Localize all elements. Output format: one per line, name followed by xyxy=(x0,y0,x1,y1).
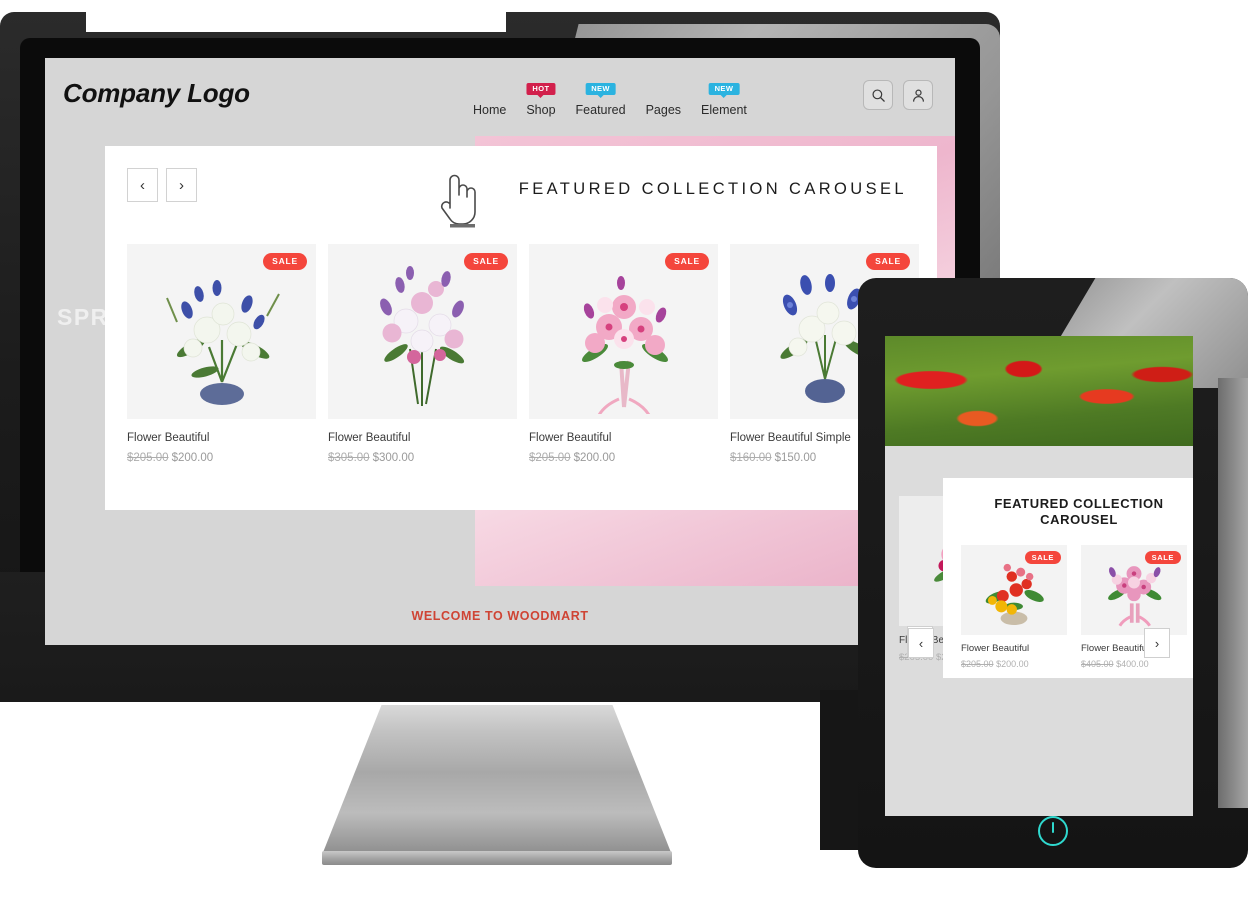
badge-label: NEW xyxy=(591,84,610,93)
nav-item-home[interactable]: Home xyxy=(473,103,506,117)
product-price: $205.00 $200.00 xyxy=(127,452,316,464)
new-price: $200.00 xyxy=(573,452,616,464)
old-price: $160.00 xyxy=(730,452,772,464)
carousel-prev-button[interactable]: ‹ xyxy=(127,168,158,202)
welcome-bar: WELCOME TO WOODMART xyxy=(45,586,955,645)
tablet-screen: SALE Flower Beautiful $205.00 $200.0 xyxy=(885,336,1193,816)
product-card[interactable]: SALE Flower Beautiful $205.00 $200.00 xyxy=(529,244,718,464)
new-price: $150.00 xyxy=(774,452,817,464)
carousel-next-button[interactable]: › xyxy=(166,168,197,202)
featured-collection-carousel: ‹ › FEATURED COLLECTION CAROUSEL SALE Fl… xyxy=(105,146,937,510)
product-card[interactable]: SALE Flower Beautiful xyxy=(1081,544,1187,669)
nav-item-pages[interactable]: Pages xyxy=(646,103,681,117)
product-image: SALE xyxy=(961,544,1067,635)
old-price: $405.00 xyxy=(1081,658,1114,669)
product-name: Flower Beautiful xyxy=(127,432,210,444)
product-card[interactable]: SALE Flower Beautiful xyxy=(127,244,316,464)
site-header: Company Logo Home HOT Shop NEW Featured … xyxy=(45,58,955,136)
product-card[interactable]: SALE Flower Beautiful $205.00 $200.00 xyxy=(961,544,1067,669)
nav-label: Featured xyxy=(575,103,626,117)
tablet-carousel-title-line1: FEATURED COLLECTION xyxy=(994,496,1164,511)
sale-badge: SALE xyxy=(263,253,307,270)
company-logo[interactable]: Company Logo xyxy=(63,78,250,109)
welcome-text: WELCOME TO WOODMART xyxy=(411,608,589,623)
sale-badge: SALE xyxy=(1024,550,1061,564)
nav-label: Pages xyxy=(645,103,682,117)
header-actions xyxy=(863,80,933,110)
sale-badge: SALE xyxy=(665,253,709,270)
product-name: Flower Beautiful xyxy=(1081,642,1150,654)
tablet-overlay-next-button[interactable]: › xyxy=(1144,628,1170,658)
tablet-carousel-title: FEATURED COLLECTION CAROUSEL xyxy=(961,496,1193,529)
product-price: $305.00 $300.00 xyxy=(328,452,517,464)
tablet-device: SALE Flower Beautiful $205.00 $200.0 xyxy=(858,278,1248,868)
new-price: $300.00 xyxy=(372,452,415,464)
carousel-title: FEATURED COLLECTION CAROUSEL xyxy=(518,180,907,198)
badge-new: NEW xyxy=(585,83,616,97)
sale-badge: SALE xyxy=(1144,550,1181,564)
new-price: $400.00 xyxy=(1116,658,1149,669)
sale-badge: SALE xyxy=(464,253,508,270)
user-account-icon[interactable] xyxy=(903,80,933,110)
product-price: $205.00 $200.00 xyxy=(961,659,1067,669)
tablet-carousel-title-line2: CAROUSEL xyxy=(1040,512,1118,528)
carousel-nav-buttons: ‹ › xyxy=(127,168,197,202)
new-price: $200.00 xyxy=(996,658,1029,669)
search-icon[interactable] xyxy=(863,80,893,110)
old-price: $205.00 xyxy=(961,658,994,669)
carousel-header: ‹ › FEATURED COLLECTION CAROUSEL xyxy=(127,168,915,228)
product-image: SALE xyxy=(529,244,718,419)
product-image: SALE xyxy=(1081,544,1187,635)
nav-label: Home xyxy=(473,103,507,117)
badge-new: NEW xyxy=(708,83,740,97)
main-navigation: Home HOT Shop NEW Featured Pages NEW Ele… xyxy=(473,83,747,117)
device-mockup-scene: SPRING WINTER 2019 Company Logo Home HOT xyxy=(0,0,1248,900)
product-card[interactable]: SALE Flower Beautiful xyxy=(328,244,517,464)
product-list: SALE Flower Beautiful $205.00 $200.00 SA… xyxy=(127,244,919,464)
old-price: $205.00 xyxy=(127,452,169,464)
nav-label: Element xyxy=(701,103,747,117)
badge-label: NEW xyxy=(714,84,734,93)
old-price: $305.00 xyxy=(328,452,370,464)
product-price: $205.00 $200.00 xyxy=(529,452,718,464)
old-price: $205.00 xyxy=(529,452,571,464)
nav-item-shop[interactable]: HOT Shop xyxy=(526,83,556,117)
nav-item-featured[interactable]: NEW Featured xyxy=(575,83,626,117)
desktop-monitor: SPRING WINTER 2019 Company Logo Home HOT xyxy=(0,12,1000,702)
monitor-top-highlight xyxy=(86,12,506,32)
nav-label: Shop xyxy=(526,103,556,117)
monitor-screen: SPRING WINTER 2019 Company Logo Home HOT xyxy=(45,58,955,645)
tablet-reflection-side xyxy=(1218,378,1248,808)
product-name: Flower Beautiful xyxy=(328,432,411,444)
product-image: SALE xyxy=(328,244,517,419)
badge-hot: HOT xyxy=(526,83,556,97)
sale-badge: SALE xyxy=(866,253,910,270)
new-price: $200.00 xyxy=(171,452,214,464)
stand-base xyxy=(322,851,672,865)
nav-item-element[interactable]: NEW Element xyxy=(701,83,747,117)
product-name: Flower Beautiful xyxy=(961,642,1030,654)
product-name: Flower Beautiful xyxy=(529,432,612,444)
tablet-overlay-prev-button[interactable]: ‹ xyxy=(908,628,934,658)
power-button-icon[interactable] xyxy=(1038,816,1068,846)
monitor-bezel: SPRING WINTER 2019 Company Logo Home HOT xyxy=(20,38,980,658)
product-price: $405.00 $400.00 xyxy=(1081,659,1187,669)
badge-label: HOT xyxy=(532,84,550,93)
tablet-hero-poppy-image xyxy=(885,336,1193,446)
hand-cursor-icon xyxy=(437,168,479,233)
monitor-stand xyxy=(322,705,672,870)
product-image: SALE xyxy=(127,244,316,419)
stand-column xyxy=(322,705,672,855)
